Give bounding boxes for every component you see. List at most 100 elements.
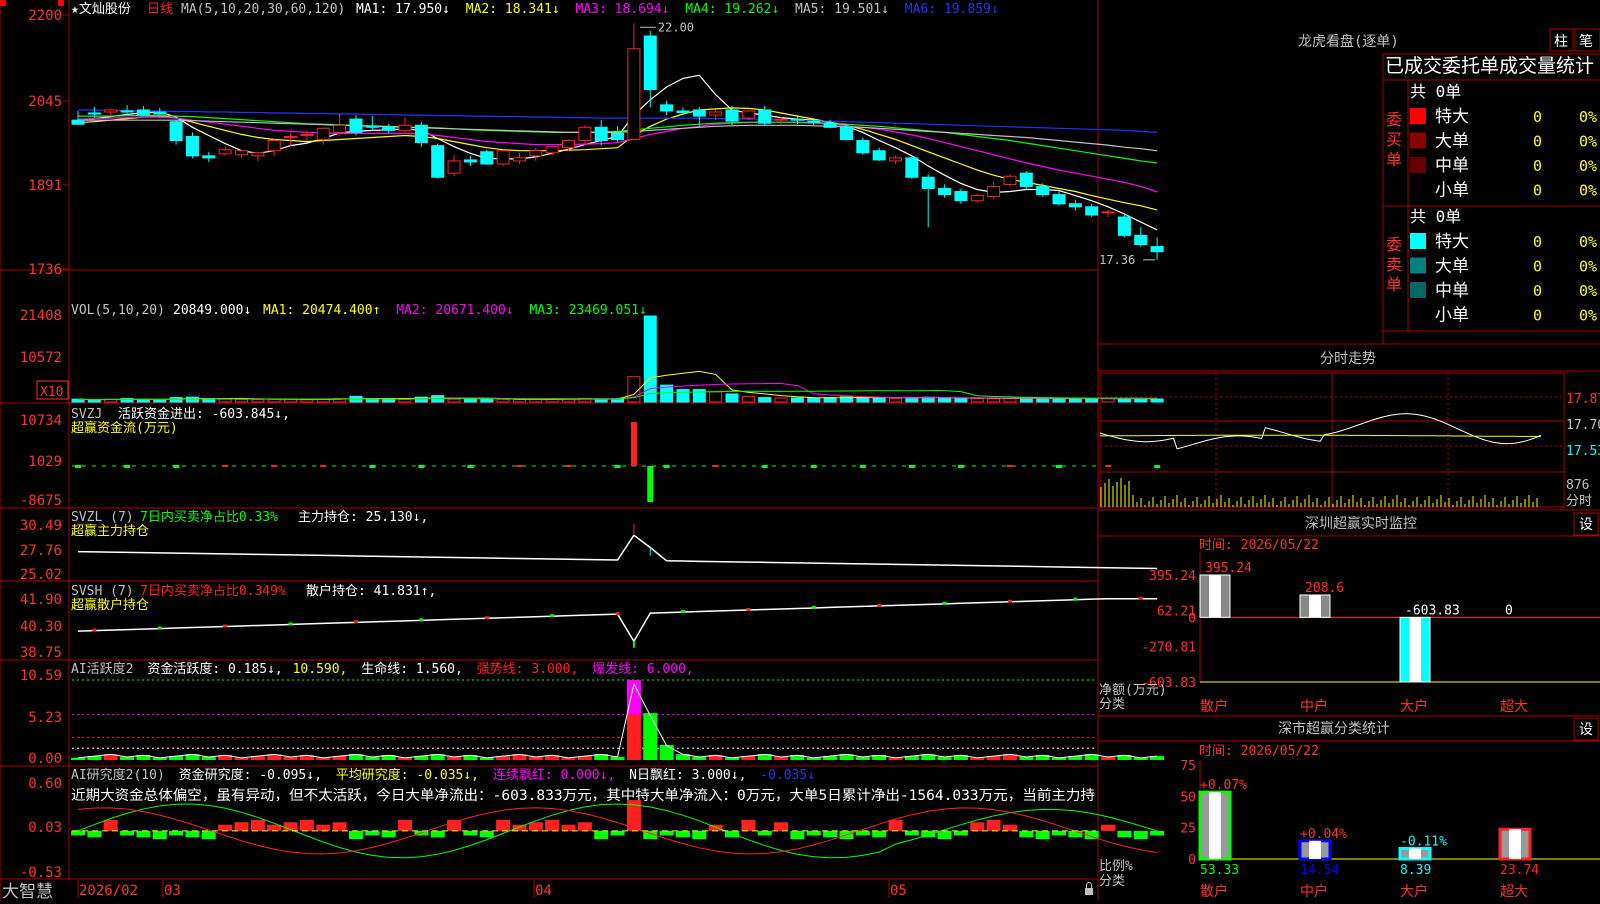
svzj-bar <box>565 465 572 467</box>
order-swatch <box>1410 157 1426 173</box>
candle-body <box>235 150 248 156</box>
column-button-label[interactable]: 柱 <box>1554 34 1568 50</box>
candle-body <box>1101 211 1115 214</box>
volume-bar <box>709 391 723 403</box>
candle-body <box>169 121 183 142</box>
vol-value: 20849.000↓ <box>173 303 251 318</box>
order-swatch <box>1410 257 1426 274</box>
research-bar <box>234 822 249 831</box>
intraday-tick: 17.87 <box>1566 392 1600 407</box>
ai1-tick: 0.00 <box>28 751 62 767</box>
monitor-category-label: 中户 <box>1300 698 1328 715</box>
tick-button-label[interactable]: 笔 <box>1579 34 1593 50</box>
ai2-header: AI研究度2(10) 资金研究度: -0.095↓, 平均研究度: -0.035… <box>71 767 1095 804</box>
research-bar <box>806 830 821 836</box>
svsh-line <box>77 597 1158 643</box>
order-value: 0 <box>1533 182 1542 200</box>
classify-value-label: 23.74 <box>1500 863 1539 878</box>
research-bar <box>71 830 85 836</box>
research-bar <box>136 830 151 838</box>
candle-body <box>1003 175 1017 185</box>
buy-total: 共 0单 <box>1410 82 1461 101</box>
svzj-bar <box>467 465 474 468</box>
order-stats-title: 已成交委托单成交量统计 <box>1385 55 1594 77</box>
ai2-tick: 0.60 <box>28 776 62 792</box>
stock-name[interactable]: ★文灿股份 <box>71 2 131 17</box>
candle-body <box>790 118 804 121</box>
candle-body <box>480 151 494 165</box>
monitor-tick: 395.24 <box>1149 569 1196 584</box>
candle-body <box>1085 206 1099 216</box>
monitor-tick: -270.81 <box>1141 640 1196 655</box>
order-swatch <box>1410 132 1426 149</box>
candle-body <box>905 157 919 178</box>
monitor-title: 深圳超赢实时监控 <box>1305 515 1417 532</box>
svzl-tick: 30.49 <box>20 518 62 534</box>
svzj-bar <box>1006 465 1013 467</box>
research-bar <box>1101 824 1116 831</box>
candle-body <box>676 110 690 114</box>
lock-icon[interactable] <box>1085 882 1093 896</box>
candle-body <box>1052 194 1066 205</box>
svzj-bar <box>908 465 915 468</box>
ma4-value: MA4: 19.262↓ <box>685 2 779 17</box>
svzl-y-axis: 30.49 27.76 25.02 <box>20 518 62 583</box>
research-bar <box>757 830 772 836</box>
monitor-value-label: 0 <box>1505 603 1513 618</box>
svzj-tick: 10734 <box>20 413 62 429</box>
candle-body <box>938 187 952 196</box>
research-bar <box>185 830 200 838</box>
research-bar <box>463 830 478 836</box>
volume-bar <box>758 397 772 403</box>
classify-bar-highlight <box>1309 840 1321 859</box>
monitor-time: 时间: 2026/05/22 <box>1199 538 1319 553</box>
classify-value-label: 8.39 <box>1400 863 1431 878</box>
research-bar <box>430 830 445 838</box>
monitor-settings-label[interactable]: 设 <box>1579 517 1593 533</box>
volume-bar <box>169 397 183 403</box>
sell-total: 共 0单 <box>1410 207 1461 226</box>
classify-category-label: 中户 <box>1300 883 1328 900</box>
research-bar <box>1068 830 1083 838</box>
volume-bar <box>1036 397 1050 403</box>
period-label[interactable]: 日线 <box>147 2 173 17</box>
svzj-y-axis: 10734 1029 -8675 <box>20 413 62 509</box>
order-name: 大单 <box>1435 257 1469 277</box>
ai1-item: 强势线: 3.000, <box>477 661 579 677</box>
intraday-tick: 17.70 <box>1566 418 1600 433</box>
vol-label: VOL(5,10,20) <box>71 303 165 318</box>
svsh-marker <box>942 601 947 605</box>
svzj-bar <box>663 465 670 468</box>
candle-body <box>496 150 510 165</box>
activity-bar <box>659 744 674 760</box>
activity-bar <box>626 714 641 760</box>
classify-delta-label: -0.11% <box>1400 834 1447 849</box>
candle-body <box>545 146 559 154</box>
classify-time: 时间: 2026/05/22 <box>1199 744 1319 759</box>
candle-body <box>1019 172 1033 187</box>
monitor-value-label: 208.6 <box>1305 581 1344 596</box>
candle-body <box>529 150 543 157</box>
research-bar <box>1117 830 1132 838</box>
ai1-y-axis: 10.59 5.23 0.00 <box>20 668 62 767</box>
volume-bar <box>1068 398 1082 403</box>
candle-body <box>725 109 739 122</box>
volume-bar <box>594 398 608 403</box>
classify-value-label: 53.33 <box>1200 863 1239 878</box>
research-bar <box>1002 824 1017 831</box>
monitor-value-label: 395.24 <box>1205 561 1252 576</box>
ai1-item: 10.590, <box>293 662 348 677</box>
candle-body <box>872 150 886 161</box>
classify-settings-label[interactable]: 设 <box>1579 722 1593 738</box>
svsh-marker <box>550 614 555 618</box>
research-bar <box>1035 830 1050 840</box>
monitor-caption: 净额(万元) <box>1099 683 1167 698</box>
candle-body <box>921 176 935 189</box>
classify-category-label: 大户 <box>1400 883 1428 900</box>
candle-body <box>741 110 755 119</box>
candle-body <box>463 159 477 163</box>
candle-body <box>774 118 788 121</box>
svsh-marker <box>419 618 424 622</box>
sell-side-label: 委卖单 <box>1386 235 1402 294</box>
volume-bar <box>447 398 461 403</box>
